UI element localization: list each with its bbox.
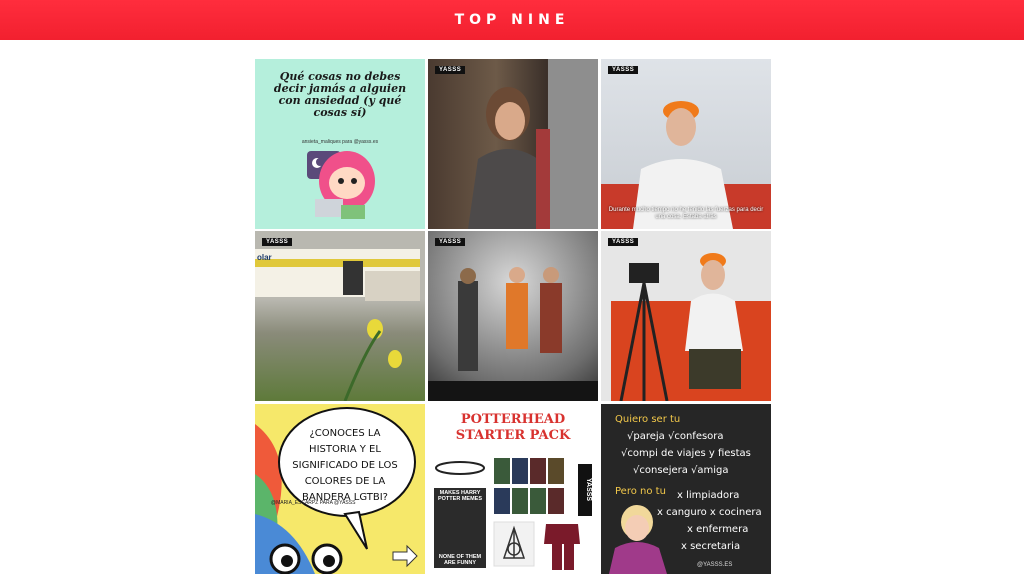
grid-tile-6[interactable]: YASSS — [601, 231, 771, 401]
anxious-girl-illustration — [307, 151, 375, 219]
tile-9-line-9: x secretaria — [681, 541, 741, 552]
yasss-side-label: YASSS — [578, 464, 592, 516]
tile-9-line-4: √consejera √amiga — [633, 465, 729, 476]
tile-7-text: ¿CONOCES LA HISTORIA Y EL SIGNIFICADO DE… — [292, 428, 398, 503]
tile-9-line-1: Quiero ser tu — [615, 414, 681, 425]
tile-9-line-3: √compi de viajes y fiestas — [621, 448, 751, 459]
tile-9-line-5: Pero no tu — [615, 486, 666, 497]
camera-interview-still — [611, 253, 771, 401]
grid-tile-5[interactable]: YASSS — [428, 231, 598, 401]
tile-7-credit: @MARIA_ESCARPZ PARA @YASSS — [271, 500, 356, 506]
tile-9-line-8: x enfermera — [687, 524, 749, 535]
grid-tile-2[interactable]: YASSS — [428, 59, 598, 229]
tile-9-line-7: x canguro x cocinera — [657, 507, 762, 518]
tile-9-credit: @YASSS.ES — [697, 562, 733, 568]
page-title: TOP NINE — [454, 12, 570, 28]
grid-tile-4[interactable]: YASSS olar — [255, 231, 425, 401]
grid-tile-3[interactable]: YASSS Durante mucho tiempo no he tenido … — [601, 59, 771, 229]
app-header: TOP NINE — [0, 0, 1024, 40]
grid-tile-7[interactable]: ¿CONOCES LA HISTORIA Y EL SIGNIFICADO DE… — [255, 404, 425, 574]
grid-tile-9[interactable]: Quiero ser tu √pareja √confesora √compi … — [601, 404, 771, 574]
tile-9-line-2: √pareja √confesora — [627, 431, 724, 442]
poster-bottom-text: NONE OF THEM ARE FUNNY — [438, 554, 482, 566]
tile-9-line-6: x limpiadora — [677, 490, 740, 501]
top-nine-grid: Qué cosas no debes decir jamás a alguien… — [255, 59, 771, 576]
grid-tile-1[interactable]: Qué cosas no debes decir jamás a alguien… — [255, 59, 425, 229]
poster-top-text: MAKES HARRY POTTER MEMES — [437, 490, 482, 502]
meme-poster: MAKES HARRY POTTER MEMES NONE OF THEM AR… — [434, 488, 486, 568]
grid-tile-8[interactable]: POTTERHEAD STARTER PACK YASSS MAKES HARR… — [428, 404, 598, 574]
bus-lettering: olar — [257, 253, 272, 262]
school-bus-garden-still — [255, 249, 420, 401]
concert-stage-still — [428, 267, 598, 401]
man-orange-cap-still — [601, 101, 771, 229]
tile-3-caption: Durante mucho tiempo no he tenido las fu… — [608, 207, 764, 220]
woman-video-still — [468, 59, 598, 229]
